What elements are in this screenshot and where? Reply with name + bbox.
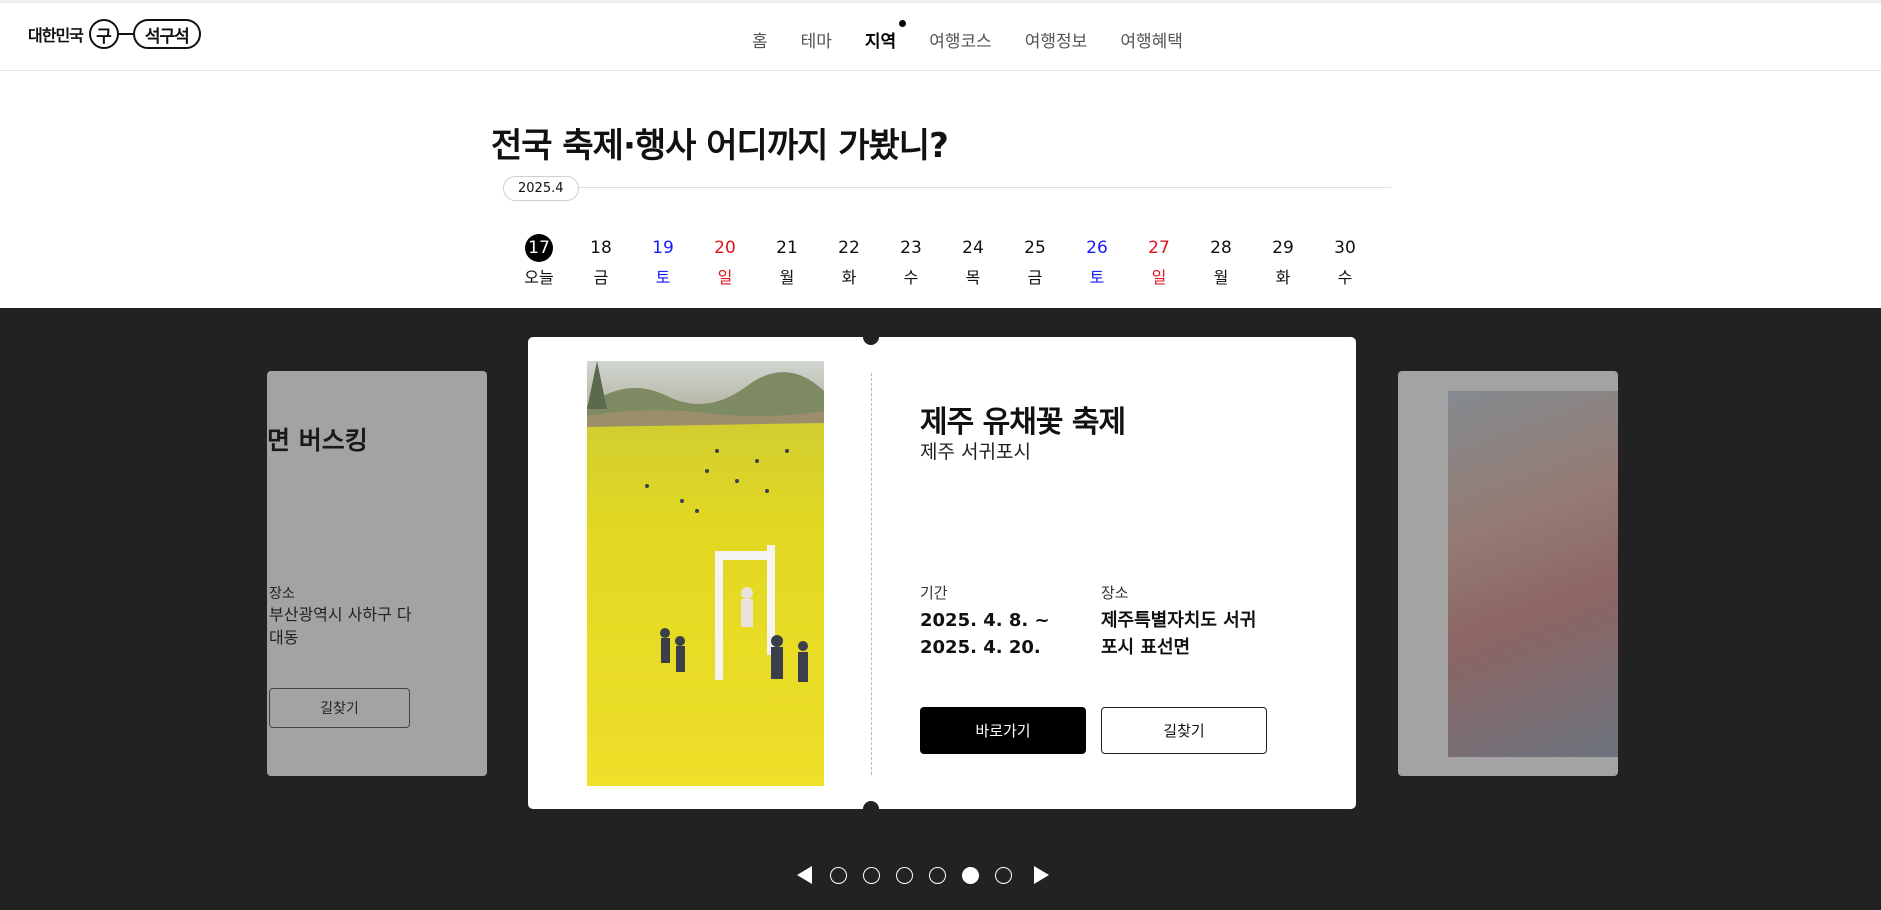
nav-home[interactable]: 홈 bbox=[752, 27, 768, 52]
page-title-rest: 축제·행사 어디까지 가봤니? bbox=[551, 126, 948, 166]
directions-button[interactable]: 길찾기 bbox=[1101, 707, 1267, 754]
next-festival-card[interactable] bbox=[1398, 371, 1618, 776]
pager-dots bbox=[824, 866, 1022, 884]
date-weekday: 일 bbox=[717, 268, 733, 287]
site-logo[interactable]: 대한민국 구 석구석 bbox=[28, 17, 201, 51]
date-number: 25 bbox=[1024, 238, 1046, 258]
date-weekday: 일 bbox=[1151, 268, 1167, 287]
date-item[interactable]: 21 월 bbox=[756, 234, 818, 288]
place-line-2: 포시 표선면 bbox=[1101, 637, 1191, 658]
pager-dot[interactable] bbox=[929, 866, 946, 884]
date-item[interactable]: 18 금 bbox=[570, 234, 632, 288]
go-to-button[interactable]: 바로가기 bbox=[920, 707, 1086, 754]
date-number: 30 bbox=[1334, 238, 1356, 258]
date-item[interactable]: 22 화 bbox=[818, 234, 880, 288]
period-start: 2025. 4. 8. ~ bbox=[920, 610, 1050, 631]
date-item[interactable]: 29 화 bbox=[1252, 234, 1314, 288]
date-item[interactable]: 25 금 bbox=[1004, 234, 1066, 288]
site-header: 대한민국 구 석구석 홈 테마 지역 여행코스 여행정보 여행혜택 bbox=[0, 0, 1881, 71]
date-weekday: 수 bbox=[1337, 268, 1353, 287]
prev-card-place-label: 장소 bbox=[269, 586, 295, 602]
date-item[interactable]: 17 오늘 bbox=[508, 234, 570, 288]
place-value: 제주특별자치도 서귀 포시 표선면 bbox=[1101, 607, 1256, 661]
date-number: 17 bbox=[525, 234, 553, 262]
next-card-photo bbox=[1448, 391, 1618, 757]
ticket-notch-bottom bbox=[863, 801, 879, 817]
logo-pill-mark: 석구석 bbox=[132, 19, 201, 49]
festival-card: 제주 유채꽃 축제 제주 서귀포시 기간 2025. 4. 8. ~ 2025.… bbox=[528, 329, 1356, 817]
date-number: 22 bbox=[838, 238, 860, 258]
period-label: 기간 bbox=[920, 584, 948, 602]
date-weekday: 토 bbox=[1089, 268, 1105, 287]
page-title: 전국 축제·행사 어디까지 가봤니? bbox=[491, 118, 949, 167]
date-number: 20 bbox=[714, 238, 736, 258]
date-weekday: 목 bbox=[965, 268, 981, 287]
date-number: 28 bbox=[1210, 238, 1232, 258]
date-item[interactable]: 28 월 bbox=[1190, 234, 1252, 288]
nav-travel-course[interactable]: 여행코스 bbox=[929, 27, 992, 52]
prev-arrow-icon[interactable] bbox=[797, 866, 812, 884]
date-number: 24 bbox=[962, 238, 984, 258]
carousel-pager bbox=[797, 866, 1049, 884]
place-label: 장소 bbox=[1101, 584, 1129, 602]
date-item[interactable]: 19 토 bbox=[632, 234, 694, 288]
canola-field-image bbox=[587, 361, 824, 786]
pager-dot[interactable] bbox=[995, 866, 1012, 884]
active-indicator-dot bbox=[899, 20, 907, 27]
date-item[interactable]: 27 일 bbox=[1128, 234, 1190, 288]
date-weekday: 화 bbox=[841, 268, 857, 287]
logo-circle-mark: 구 bbox=[88, 19, 119, 49]
month-badge: 2025.4 bbox=[503, 176, 579, 201]
date-item[interactable]: 20 일 bbox=[694, 234, 756, 288]
date-weekday: 월 bbox=[779, 268, 795, 287]
nav-travel-benefits[interactable]: 여행혜택 bbox=[1120, 27, 1183, 52]
festival-region: 제주 서귀포시 bbox=[920, 441, 1031, 463]
date-number: 29 bbox=[1272, 238, 1294, 258]
prev-card-directions-button[interactable]: 길찾기 bbox=[269, 688, 410, 728]
nav-theme[interactable]: 테마 bbox=[801, 27, 832, 52]
festival-title: 제주 유채꽃 축제 bbox=[920, 405, 1126, 440]
pager-dot[interactable] bbox=[863, 866, 880, 884]
date-item[interactable]: 26 토 bbox=[1066, 234, 1128, 288]
nav-region-label: 지역 bbox=[864, 32, 897, 52]
period-end: 2025. 4. 20. bbox=[920, 637, 1041, 658]
date-weekday: 오늘 bbox=[524, 268, 554, 287]
date-weekday: 수 bbox=[903, 268, 919, 287]
ticket-notch-top bbox=[863, 329, 879, 345]
pager-dot[interactable] bbox=[830, 866, 847, 884]
next-arrow-icon[interactable] bbox=[1034, 866, 1049, 884]
date-weekday: 금 bbox=[593, 268, 609, 287]
period-value: 2025. 4. 8. ~ 2025. 4. 20. bbox=[920, 607, 1050, 661]
date-number: 23 bbox=[900, 238, 922, 258]
prev-card-place: 부산광역시 사하구 다대동 bbox=[269, 605, 412, 647]
date-item[interactable]: 24 목 bbox=[942, 234, 1004, 288]
date-weekday: 토 bbox=[655, 268, 671, 287]
ticket-divider bbox=[871, 373, 872, 775]
prev-card-title: 면 버스킹 bbox=[267, 426, 368, 455]
date-number: 19 bbox=[652, 238, 674, 258]
date-number: 18 bbox=[590, 238, 612, 258]
date-number: 27 bbox=[1148, 238, 1170, 258]
place-line-1: 제주특별자치도 서귀 bbox=[1101, 610, 1257, 631]
main-nav: 홈 테마 지역 여행코스 여행정보 여행혜택 bbox=[752, 20, 1216, 52]
date-number: 21 bbox=[776, 238, 798, 258]
date-selector: 17 오늘 18 금 19 토 20 일 21 월 22 화 23 수 24 목 25 금 26 토 27 일 28 월 29 화… bbox=[508, 234, 1376, 288]
pager-dot[interactable] bbox=[896, 866, 913, 884]
logo-connector bbox=[118, 33, 133, 35]
date-weekday: 화 bbox=[1275, 268, 1291, 287]
month-divider bbox=[503, 187, 1391, 188]
date-item[interactable]: 30 수 bbox=[1314, 234, 1376, 288]
logo-prefix: 대한민국 bbox=[28, 26, 84, 45]
festival-photo bbox=[587, 361, 824, 786]
date-weekday: 월 bbox=[1213, 268, 1229, 287]
nav-region[interactable]: 지역 bbox=[864, 20, 907, 52]
date-number: 26 bbox=[1086, 238, 1108, 258]
pager-dot[interactable] bbox=[962, 866, 979, 884]
date-weekday: 금 bbox=[1027, 268, 1043, 287]
date-item[interactable]: 23 수 bbox=[880, 234, 942, 288]
prev-festival-card[interactable]: 면 버스킹 장소 부산광역시 사하구 다대동 길찾기 bbox=[267, 371, 487, 776]
page-title-bold: 전국 bbox=[491, 126, 553, 166]
nav-travel-info[interactable]: 여행정보 bbox=[1025, 27, 1088, 52]
